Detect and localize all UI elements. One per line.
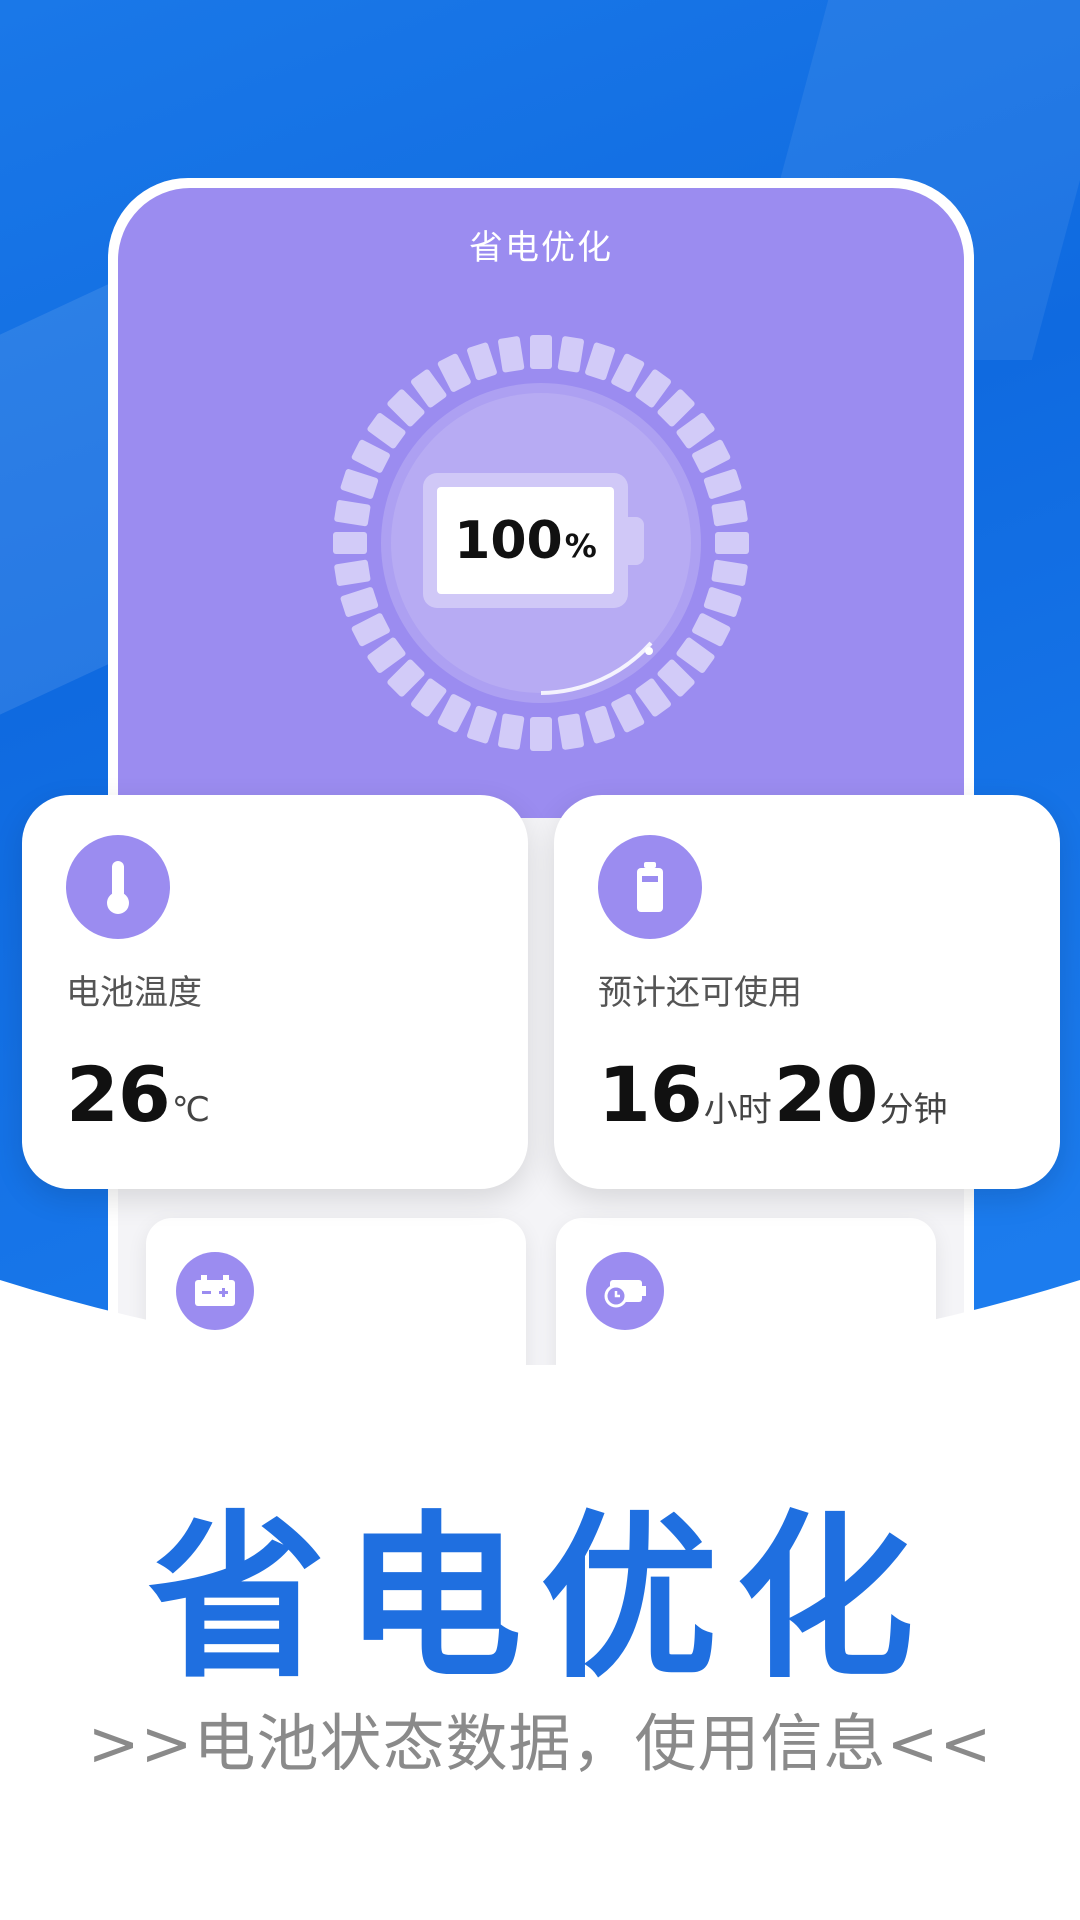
- gauge-tick: [703, 469, 742, 499]
- minutes-unit: 分钟: [879, 1090, 948, 1130]
- temperature-label: 电池温度: [66, 973, 202, 1013]
- gauge-tick: [530, 717, 552, 751]
- gauge-tick: [585, 342, 615, 381]
- gauge-tick: [692, 439, 731, 473]
- remaining-minutes: 20: [773, 1050, 879, 1139]
- hours-unit: 小时: [703, 1090, 772, 1130]
- gauge-tick: [334, 500, 371, 527]
- gauge-tick: [557, 336, 584, 373]
- battery-percent-sign: %: [564, 526, 597, 565]
- battery-indicator: 100%: [423, 473, 644, 608]
- gauge-tick: [334, 559, 371, 586]
- gauge-tick: [611, 694, 645, 733]
- gauge-tick: [703, 587, 742, 617]
- gauge-tick: [557, 713, 584, 750]
- remaining-time-card[interactable]: 预计还可使用 16 小时 20 分钟: [554, 795, 1060, 1189]
- gauge-tick: [585, 705, 615, 744]
- battery-temperature-card[interactable]: 电池温度 26 ℃: [22, 795, 528, 1189]
- banner-headline: 省电优化: [148, 1493, 932, 1702]
- remaining-value: 16 小时 20 分钟: [598, 1050, 950, 1139]
- gauge-tick: [340, 587, 379, 617]
- gauge-tick: [530, 335, 552, 369]
- gauge-tick: [467, 342, 497, 381]
- gauge-tick: [715, 532, 749, 554]
- gauge-tick: [351, 613, 390, 647]
- page-title: 省电优化: [469, 228, 613, 268]
- gauge-tick: [437, 353, 471, 392]
- gauge-tick: [498, 713, 525, 750]
- header-panel: 省电优化 100%: [118, 188, 964, 818]
- thermometer-icon: [66, 835, 170, 939]
- gauge-tick: [711, 559, 748, 586]
- battery-level-value: 100: [454, 510, 563, 571]
- battery-cap: [628, 517, 644, 565]
- banner-subline: >>电池状态数据，使用信息<<: [87, 1707, 993, 1780]
- temperature-value: 26 ℃: [66, 1050, 212, 1139]
- remaining-label: 预计还可使用: [598, 973, 802, 1013]
- gauge-tick: [711, 500, 748, 527]
- gauge-tick: [498, 336, 525, 373]
- gauge-tick: [467, 705, 497, 744]
- gauge-tick: [437, 694, 471, 733]
- gauge-tick: [611, 353, 645, 392]
- temperature-unit: ℃: [171, 1090, 210, 1130]
- gauge-tick: [351, 439, 390, 473]
- gauge-tick: [692, 613, 731, 647]
- remaining-hours: 16: [598, 1050, 703, 1139]
- battery-icon: [598, 835, 702, 939]
- battery-level: 100%: [437, 487, 614, 594]
- gauge-tick: [333, 532, 367, 554]
- gauge-tick: [340, 469, 379, 499]
- temperature-number: 26: [66, 1050, 171, 1139]
